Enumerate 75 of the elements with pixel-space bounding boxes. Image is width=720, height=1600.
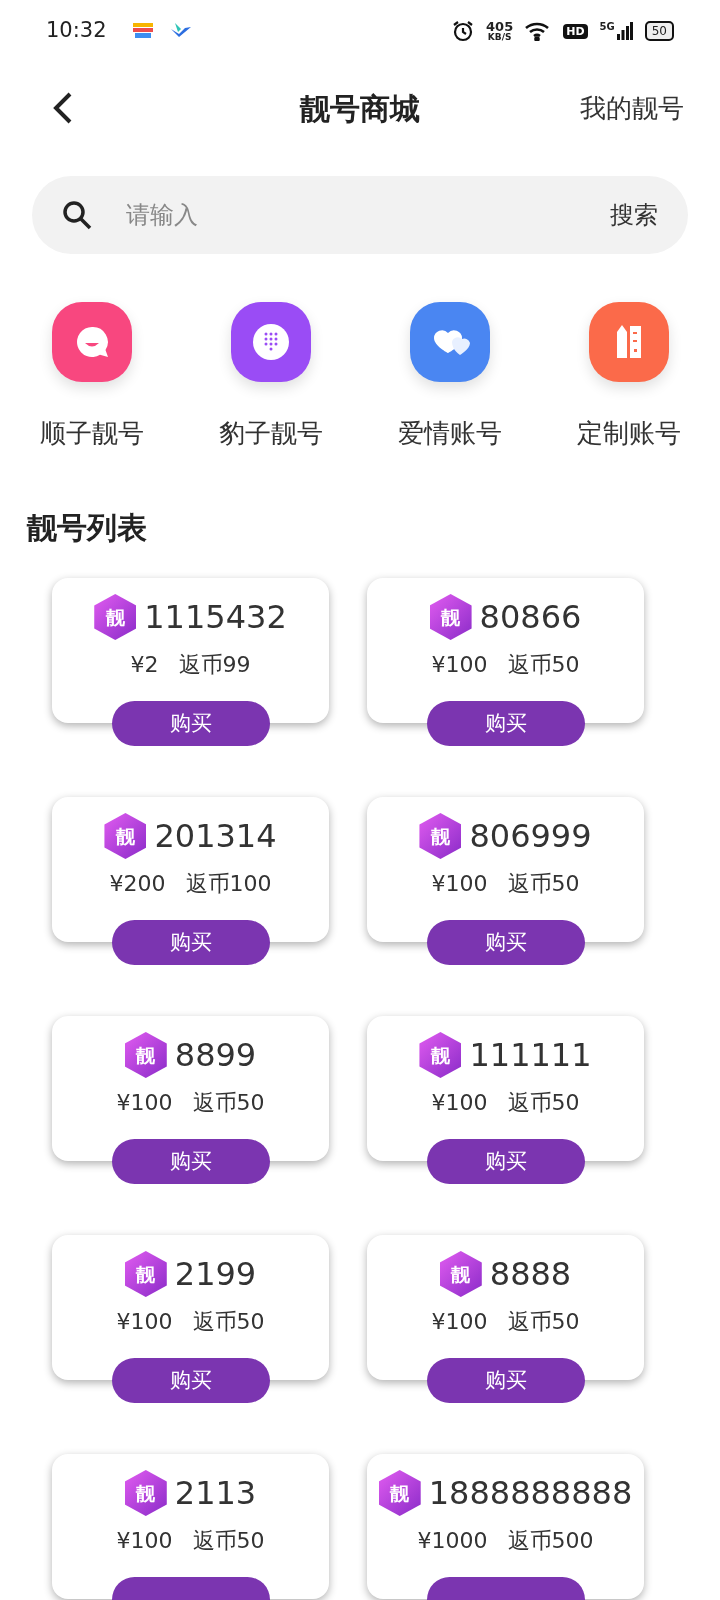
rebate: 返币50 [507,654,580,676]
hexagon-badge: 靓 [419,813,462,859]
hd-indicator: HD [563,23,588,39]
account-number: 1888888888 [428,1477,633,1509]
account-number: 2199 [174,1258,257,1290]
account-number: 2113 [174,1477,257,1509]
rebate: 返币50 [507,1092,580,1114]
price: ¥200 [109,873,166,895]
price: ¥100 [431,1092,488,1114]
category-tile[interactable] [588,302,669,382]
my-numbers-link[interactable]: 我的靓号 [580,88,684,128]
number-card[interactable]: 靓 2113 ¥100 返币50 [52,1454,329,1599]
buy-button[interactable]: 购买 [426,1139,585,1184]
category-tile[interactable] [409,302,490,382]
price: ¥100 [431,654,488,676]
buy-button[interactable]: 购买 [111,1358,270,1403]
wallet-app-icon [132,23,153,39]
price: ¥100 [431,1311,488,1333]
alarm-icon [452,20,475,42]
rebate: 返币50 [192,1530,265,1552]
rebate: 返币50 [507,1311,580,1333]
page-title: 靓号商城 [300,89,420,128]
price: ¥100 [116,1530,173,1552]
hexagon-badge: 靓 [124,1470,167,1516]
status-time: 10:32 [46,17,107,45]
account-number: 8888 [489,1258,572,1290]
category-tile[interactable] [230,302,311,382]
category-label[interactable]: 爱情账号 [397,414,502,453]
buy-button[interactable]: 购买 [426,920,585,965]
rebate: 返币99 [178,654,251,676]
hexagon-badge: 靓 [378,1470,421,1516]
account-number: 806999 [469,820,592,852]
hexagon-badge: 靓 [439,1251,482,1297]
hexagon-badge: 靓 [124,1032,167,1078]
category-label[interactable]: 定制账号 [576,414,681,453]
category-label[interactable]: 豹子靓号 [218,414,323,453]
network-speed: 405 [486,20,514,33]
search-bar[interactable]: 请输入 搜索 [32,176,688,254]
section-title: 靓号列表 [27,510,147,545]
number-card[interactable]: 靓 1888888888 ¥1000 返币500 [367,1454,644,1599]
speed-unit: KB/S [487,33,512,42]
buy-button[interactable]: 购买 [111,920,270,965]
search-icon [62,200,92,230]
price: ¥1000 [417,1530,488,1552]
buy-button[interactable]: 购买 [426,1358,585,1403]
category-tile[interactable] [51,302,132,382]
search-button[interactable]: 搜索 [610,197,658,233]
hexagon-badge: 靓 [124,1251,167,1297]
price: ¥100 [116,1092,173,1114]
hexagon-badge: 靓 [94,594,137,640]
hexagon-badge: 靓 [429,594,472,640]
price: ¥100 [116,1311,173,1333]
account-number: 80866 [479,601,582,633]
rebate: 返币50 [192,1092,265,1114]
price: ¥100 [431,873,488,895]
search-input[interactable]: 请输入 [126,197,610,233]
rebate: 返币50 [192,1311,265,1333]
rebate: 返币500 [507,1530,594,1552]
account-number: 111111 [469,1039,592,1071]
account-number: 8899 [174,1039,257,1071]
price: ¥2 [130,654,159,676]
hexagon-badge: 靓 [419,1032,462,1078]
buy-button[interactable]: 购买 [111,1139,270,1184]
account-number: 1115432 [144,601,287,633]
network-type: 5G [599,22,615,32]
hexagon-badge: 靓 [104,813,147,859]
buy-button[interactable]: 购买 [426,701,585,746]
rebate: 返币50 [507,873,580,895]
account-number: 201314 [154,820,277,852]
battery-indicator: 50 [644,21,674,41]
buy-button[interactable]: 购买 [111,701,270,746]
category-label[interactable]: 顺子靓号 [39,414,144,453]
rebate: 返币100 [185,873,272,895]
dialpad-icon [252,324,289,360]
signal-icon [616,22,633,40]
